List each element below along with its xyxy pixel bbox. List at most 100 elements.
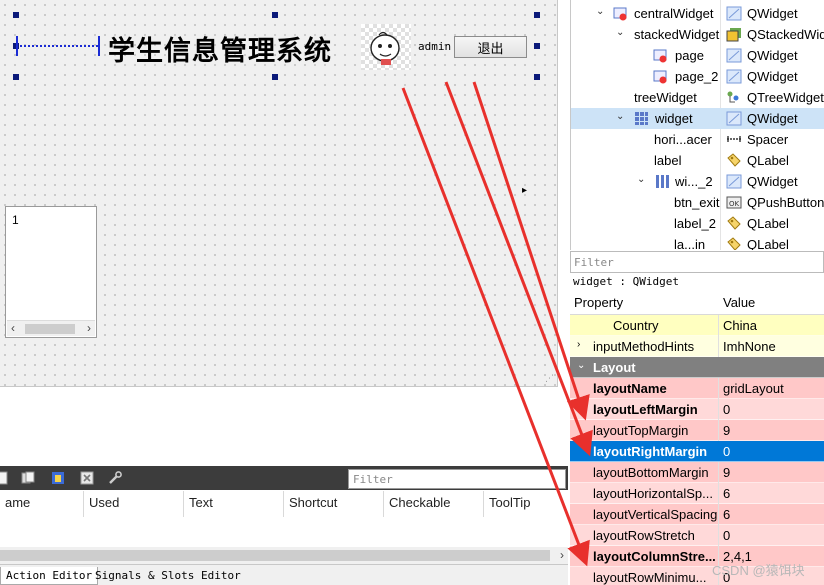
- property-section-layout[interactable]: ⌄ Layout: [570, 357, 824, 378]
- tab-action-editor[interactable]: Action Editor: [0, 567, 99, 585]
- action-horizontal-scrollbar[interactable]: ›: [0, 547, 568, 564]
- widget-warning-icon: [613, 7, 627, 21]
- column-header-shortcut[interactable]: Shortcut: [284, 491, 384, 517]
- avatar-image[interactable]: [361, 24, 411, 70]
- selection-handle[interactable]: [534, 43, 540, 49]
- vertical-layout-icon: [656, 175, 669, 188]
- tree-row-horizontal-spacer[interactable]: hori...acer Spacer: [571, 129, 824, 150]
- selection-handle[interactable]: [272, 74, 278, 80]
- property-row-layoutverticalspacing[interactable]: layoutVerticalSpacing 6: [570, 504, 824, 525]
- selection-handle[interactable]: [534, 12, 540, 18]
- column-header-checkable[interactable]: Checkable: [384, 491, 484, 517]
- copy-action-icon[interactable]: [20, 470, 36, 486]
- action-filter-input[interactable]: Filter: [348, 469, 566, 489]
- tree-row-label-2[interactable]: label_2 QLabel: [571, 213, 824, 234]
- selection-handle[interactable]: [13, 12, 19, 18]
- tree-horizontal-scrollbar[interactable]: ‹ ›: [7, 320, 95, 336]
- tree-row-page-2[interactable]: page_2 QWidget: [571, 66, 824, 87]
- qwidget-class-icon: [726, 6, 742, 21]
- expand-arrow-icon[interactable]: ›: [577, 339, 580, 350]
- column-header-used[interactable]: Used: [84, 491, 184, 517]
- property-value[interactable]: 0: [723, 402, 730, 417]
- tree-row-stackedwidget[interactable]: ⌄ stackedWidget QStackedWid: [571, 24, 824, 45]
- tree-row-btn-exit[interactable]: btn_exit OK QPushButton: [571, 192, 824, 213]
- property-row-country[interactable]: Country China: [570, 315, 824, 336]
- resize-grip-icon[interactable]: ⋰: [545, 373, 554, 384]
- object-class: QWidget: [747, 174, 798, 189]
- selection-handle[interactable]: [272, 12, 278, 18]
- configure-wrench-icon[interactable]: [107, 470, 123, 486]
- property-value[interactable]: China: [723, 318, 757, 333]
- collapse-arrow-icon[interactable]: ▸: [522, 185, 527, 196]
- tree-row-label-admin[interactable]: la...in QLabel: [571, 234, 824, 250]
- exit-button[interactable]: 退出: [454, 36, 527, 58]
- object-inspector[interactable]: ⌄ centralWidget QWidget ⌄ stackedWidget …: [570, 0, 824, 250]
- property-value[interactable]: 0: [723, 528, 730, 543]
- qtreewidget-class-icon: [727, 91, 739, 103]
- title-label[interactable]: 学生信息管理系统: [108, 29, 332, 68]
- property-context-label: widget : QWidget: [570, 273, 824, 291]
- column-header-property[interactable]: Property: [574, 295, 623, 310]
- horizontal-spacer[interactable]: [16, 36, 100, 56]
- property-row-inputmethodhints[interactable]: › inputMethodHints ImhNone: [570, 336, 824, 357]
- tree-row-widget-2[interactable]: ⌄ wi..._2 QWidget: [571, 171, 824, 192]
- property-value[interactable]: 9: [723, 465, 730, 480]
- paste-action-icon[interactable]: [50, 470, 66, 486]
- tab-signals-slots-editor[interactable]: Signals & Slots Editor: [90, 567, 246, 585]
- selection-handle[interactable]: [13, 74, 19, 80]
- property-row-layoutrightmargin[interactable]: layoutRightMargin 0: [570, 441, 824, 462]
- object-class: QPushButton: [747, 195, 824, 210]
- scroll-thumb[interactable]: [0, 550, 550, 561]
- tree-row-widget[interactable]: ⌄ widget QWidget: [571, 108, 824, 129]
- scroll-right-icon[interactable]: ›: [87, 321, 91, 335]
- property-name: layoutBottomMargin: [593, 465, 709, 480]
- property-value[interactable]: 9: [723, 423, 730, 438]
- scroll-right-icon[interactable]: ›: [560, 548, 564, 562]
- object-class: Spacer: [747, 132, 789, 147]
- property-filter-input[interactable]: Filter: [570, 251, 824, 273]
- tree-row-treewidget[interactable]: treeWidget QTreeWidget: [571, 87, 824, 108]
- expand-arrow-icon[interactable]: ⌄: [637, 174, 645, 185]
- tree-row-page[interactable]: page QWidget: [571, 45, 824, 66]
- scroll-left-icon[interactable]: ‹: [11, 321, 15, 335]
- collapse-arrow-icon[interactable]: ⌄: [577, 360, 585, 371]
- bottom-tab-bar: Action Editor Signals & Slots Editor: [0, 564, 568, 585]
- tree-widget[interactable]: 1 ‹ ›: [5, 206, 97, 338]
- column-header-name[interactable]: ame: [0, 491, 84, 517]
- column-header-text[interactable]: Text: [184, 491, 284, 517]
- property-row-layouttopmargin[interactable]: layoutTopMargin 9: [570, 420, 824, 441]
- object-class: QLabel: [747, 216, 789, 231]
- column-header-tooltip[interactable]: ToolTip: [484, 491, 568, 517]
- column-header-value[interactable]: Value: [723, 295, 755, 310]
- property-table: Country China › inputMethodHints ImhNone…: [570, 315, 824, 585]
- property-name: layoutRightMargin: [593, 444, 708, 459]
- object-class: QLabel: [747, 237, 789, 250]
- qlabel-class-icon: [727, 216, 741, 230]
- expand-arrow-icon[interactable]: ⌄: [616, 27, 624, 38]
- qlabel-class-icon: [727, 153, 741, 167]
- property-value[interactable]: 6: [723, 507, 730, 522]
- scroll-thumb[interactable]: [25, 324, 75, 334]
- property-row-layoutrowstretch[interactable]: layoutRowStretch 0: [570, 525, 824, 546]
- property-row-layoutbottommargin[interactable]: layoutBottomMargin 9: [570, 462, 824, 483]
- property-row-layoutname[interactable]: layoutName gridLayout: [570, 378, 824, 399]
- property-row-layoutleftmargin[interactable]: layoutLeftMargin 0: [570, 399, 824, 420]
- delete-action-icon[interactable]: [79, 470, 95, 486]
- expand-arrow-icon[interactable]: ⌄: [616, 111, 624, 122]
- property-value[interactable]: gridLayout: [723, 381, 784, 396]
- property-value[interactable]: ImhNone: [723, 339, 776, 354]
- property-value[interactable]: 0: [723, 444, 730, 459]
- tree-row-centralwidget[interactable]: ⌄ centralWidget QWidget: [571, 3, 824, 24]
- expand-arrow-icon[interactable]: ⌄: [596, 6, 604, 17]
- action-table-header: ame Used Text Shortcut Checkable ToolTip: [0, 491, 568, 517]
- tree-item[interactable]: 1: [12, 213, 19, 227]
- selection-handle[interactable]: [534, 74, 540, 80]
- property-name: layoutName: [593, 381, 667, 396]
- qpushbutton-class-icon: OK: [726, 196, 742, 209]
- grid-layout-icon: [635, 112, 648, 125]
- property-value[interactable]: 6: [723, 486, 730, 501]
- form-canvas[interactable]: 学生信息管理系统 admin 退出 ▸ 1 ‹ › ⋰: [0, 0, 558, 387]
- new-action-icon[interactable]: [0, 470, 10, 486]
- property-row-layouthorizontalspacing[interactable]: layoutHorizontalSp... 6: [570, 483, 824, 504]
- tree-row-label[interactable]: label QLabel: [571, 150, 824, 171]
